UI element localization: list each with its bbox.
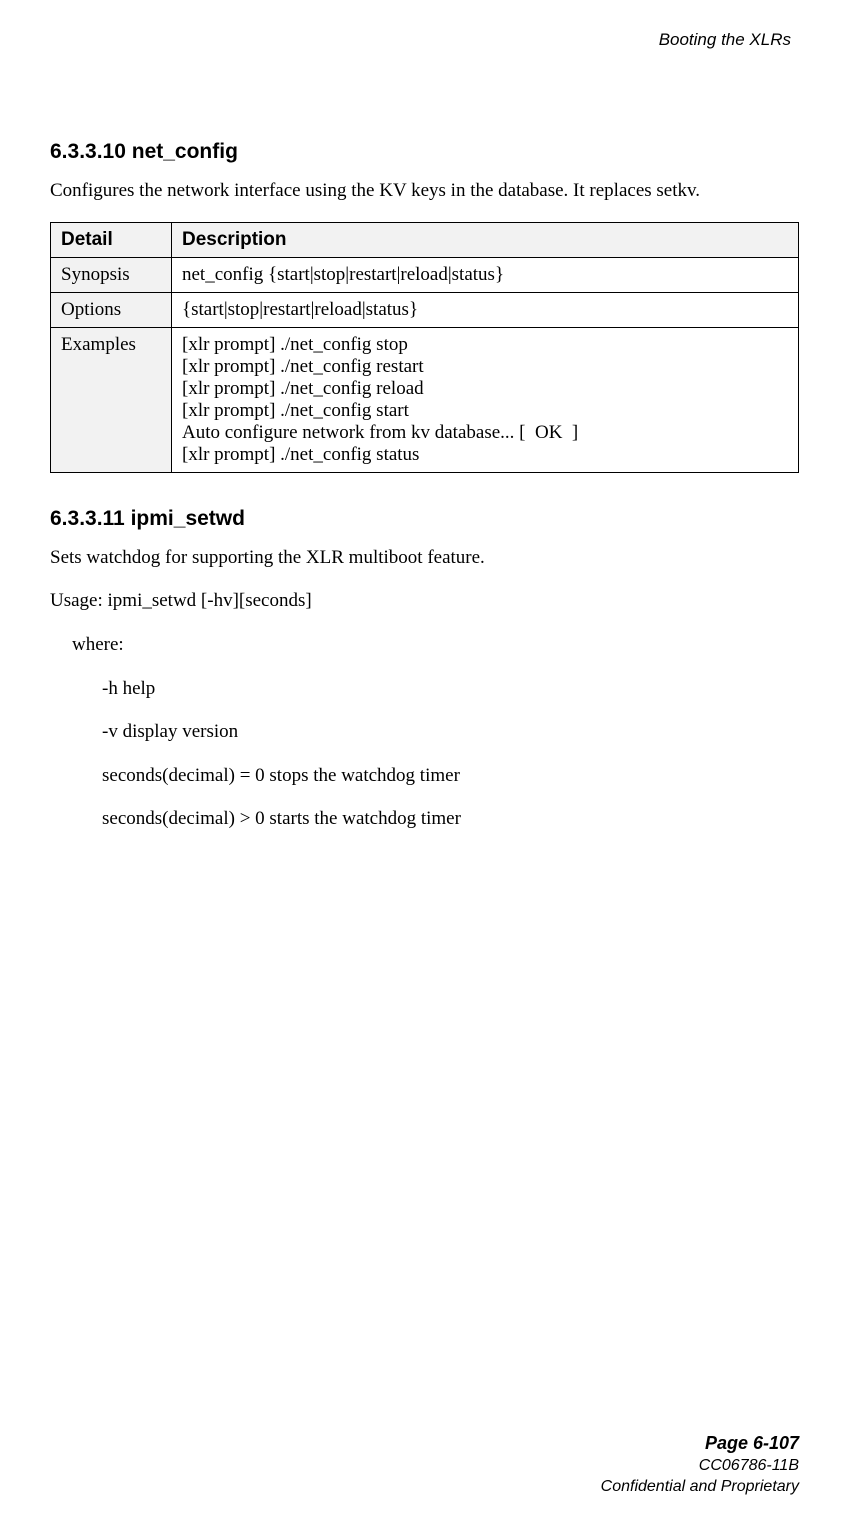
where-label: where: <box>72 632 799 658</box>
col-detail: Detail <box>51 222 172 257</box>
table-row: Options {start|stop|restart|reload|statu… <box>51 292 799 327</box>
opt-line: -h help <box>102 676 799 702</box>
cell-value: net_config {start|stop|restart|reload|st… <box>172 257 799 292</box>
col-description: Description <box>172 222 799 257</box>
running-header: Booting the XLRs <box>50 30 791 50</box>
cell-label: Options <box>51 292 172 327</box>
opt-line: -v display version <box>102 719 799 745</box>
table-header-row: Detail Description <box>51 222 799 257</box>
section-title: net_config <box>132 140 238 163</box>
page-number: Page 6-107 <box>601 1431 799 1455</box>
page-content: Booting the XLRs 6.3.3.10 net_config Con… <box>0 0 849 832</box>
intro-ipmi: Sets watchdog for supporting the XLR mul… <box>50 545 799 571</box>
opt-line: seconds(decimal) > 0 starts the watchdog… <box>102 806 799 832</box>
cell-value: [xlr prompt] ./net_config stop [xlr prom… <box>172 327 799 472</box>
section-number: 6.3.3.11 <box>50 507 125 530</box>
usage-line: Usage: ipmi_setwd [-hv][seconds] <box>50 588 799 614</box>
section-number: 6.3.3.10 <box>50 140 126 163</box>
page-footer: Page 6-107 CC06786-11B Confidential and … <box>601 1431 799 1498</box>
confidentiality: Confidential and Proprietary <box>601 1476 799 1498</box>
doc-id: CC06786-11B <box>601 1455 799 1477</box>
cell-label: Synopsis <box>51 257 172 292</box>
table-row: Synopsis net_config {start|stop|restart|… <box>51 257 799 292</box>
opt-line: seconds(decimal) = 0 stops the watchdog … <box>102 763 799 789</box>
table-row: Examples [xlr prompt] ./net_config stop … <box>51 327 799 472</box>
section-title: ipmi_setwd <box>131 507 245 530</box>
cell-value: {start|stop|restart|reload|status} <box>172 292 799 327</box>
intro-net-config: Configures the network interface using t… <box>50 178 799 204</box>
examples-block: [xlr prompt] ./net_config stop [xlr prom… <box>182 334 788 466</box>
heading-ipmi-setwd: 6.3.3.11 ipmi_setwd <box>50 507 799 531</box>
heading-net-config: 6.3.3.10 net_config <box>50 140 799 164</box>
net-config-table: Detail Description Synopsis net_config {… <box>50 222 799 473</box>
cell-label: Examples <box>51 327 172 472</box>
